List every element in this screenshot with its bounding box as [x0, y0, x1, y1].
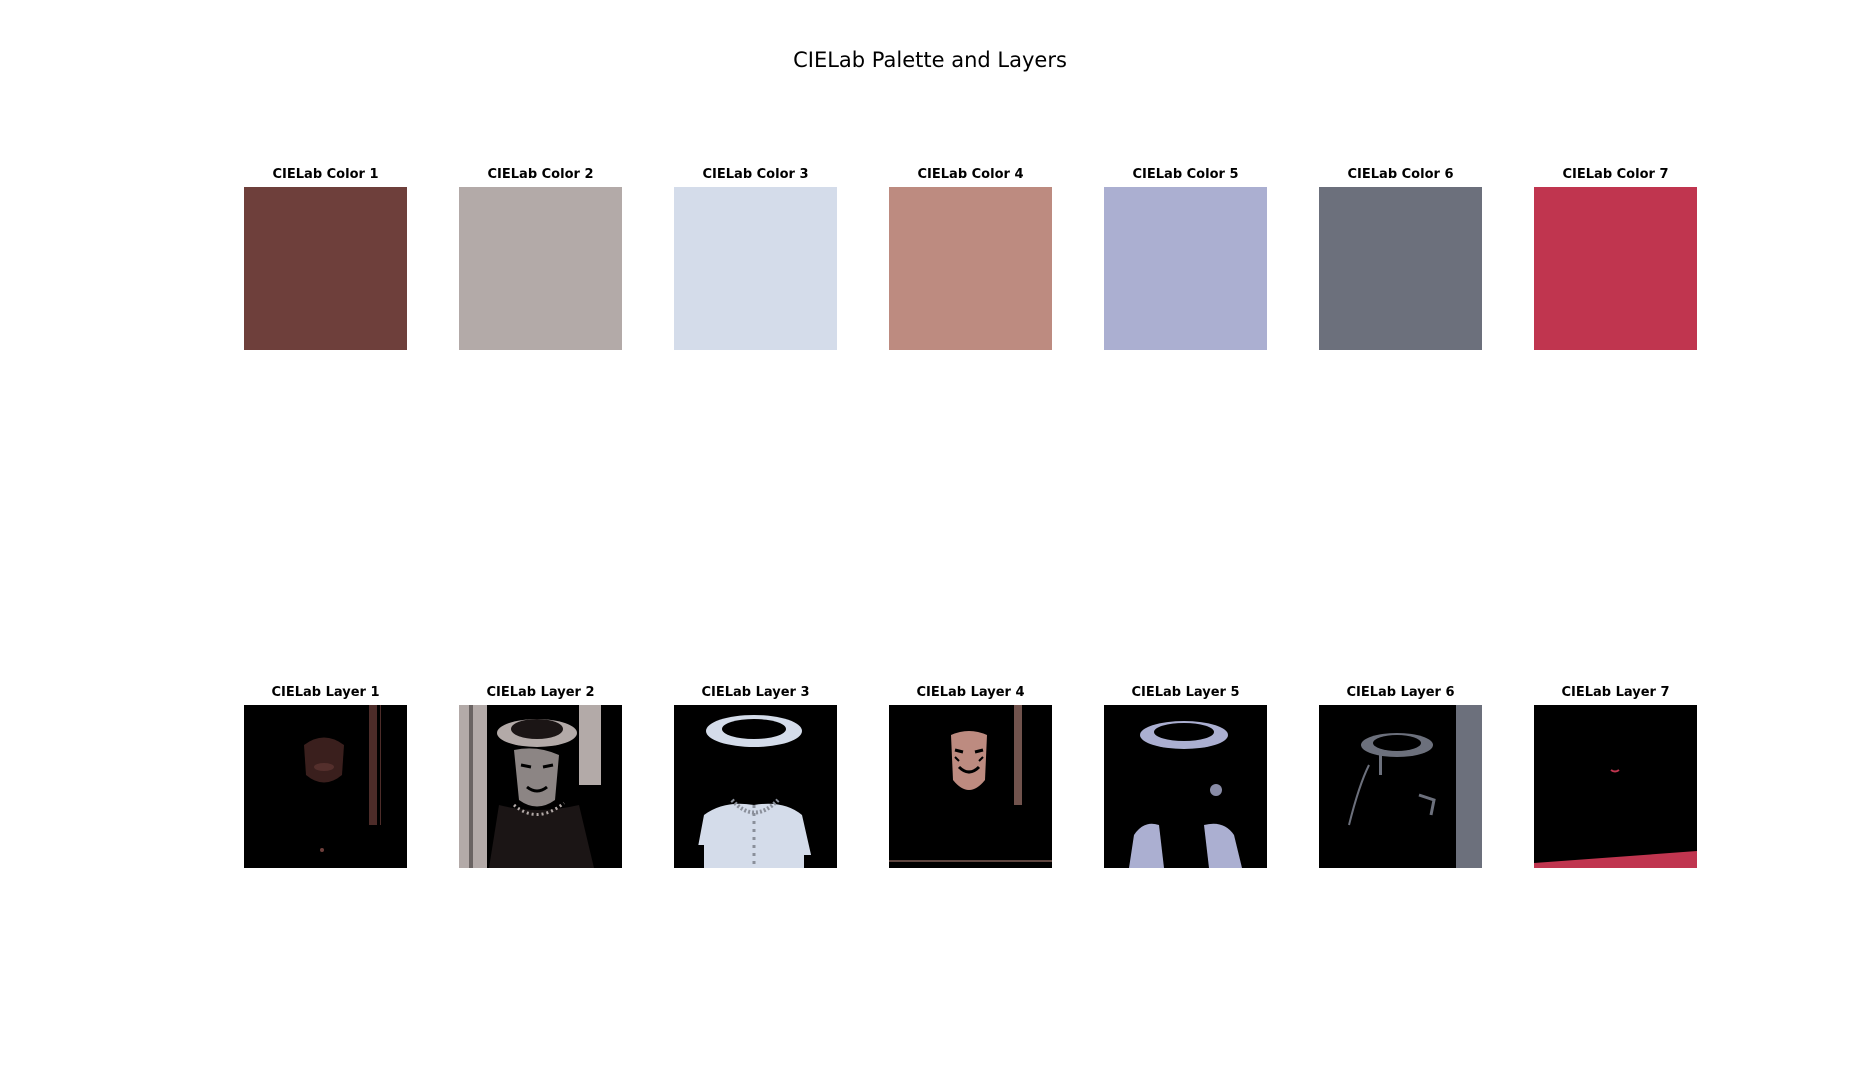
- layer-cell-1: CIELab Layer 1: [244, 685, 407, 868]
- palette-label: CIELab Color 6: [1347, 167, 1454, 182]
- palette-label: CIELab Color 5: [1132, 167, 1239, 182]
- color-swatch: [1104, 187, 1267, 350]
- color-swatch: [459, 187, 622, 350]
- palette-label: CIELab Color 7: [1562, 167, 1669, 182]
- color-swatch: [889, 187, 1052, 350]
- color-swatch: [244, 187, 407, 350]
- layer-image: [674, 705, 837, 868]
- layer-image: [1319, 705, 1482, 868]
- palette-label: CIELab Color 4: [917, 167, 1024, 182]
- palette-label: CIELab Color 2: [487, 167, 594, 182]
- palette-cell-2: CIELab Color 2: [459, 167, 622, 350]
- layer-label: CIELab Layer 6: [1346, 685, 1455, 700]
- palette-cell-7: CIELab Color 7: [1534, 167, 1697, 350]
- layer-image: [459, 705, 622, 868]
- layer-image: [889, 705, 1052, 868]
- layer-cell-3: CIELab Layer 3: [674, 685, 837, 868]
- color-swatch: [1534, 187, 1697, 350]
- layer-cell-2: CIELab Layer 2: [459, 685, 622, 868]
- palette-cell-1: CIELab Color 1: [244, 167, 407, 350]
- layer-cell-6: CIELab Layer 6: [1319, 685, 1482, 868]
- color-swatch: [674, 187, 837, 350]
- layer-image: [244, 705, 407, 868]
- layer-label: CIELab Layer 4: [916, 685, 1025, 700]
- layer-label: CIELab Layer 2: [486, 685, 595, 700]
- layer-label: CIELab Layer 3: [701, 685, 810, 700]
- palette-label: CIELab Color 1: [272, 167, 379, 182]
- layer-label: CIELab Layer 7: [1561, 685, 1670, 700]
- palette-cell-6: CIELab Color 6: [1319, 167, 1482, 350]
- layer-image: [1104, 705, 1267, 868]
- palette-cell-5: CIELab Color 5: [1104, 167, 1267, 350]
- layer-label: CIELab Layer 5: [1131, 685, 1240, 700]
- layer-cell-7: CIELab Layer 7: [1534, 685, 1697, 868]
- layer-label: CIELab Layer 1: [271, 685, 380, 700]
- layer-cell-5: CIELab Layer 5: [1104, 685, 1267, 868]
- palette-cell-3: CIELab Color 3: [674, 167, 837, 350]
- layer-image: [1534, 705, 1697, 868]
- layer-cell-4: CIELab Layer 4: [889, 685, 1052, 868]
- color-swatch: [1319, 187, 1482, 350]
- figure-title: CIELab Palette and Layers: [793, 48, 1067, 72]
- palette-label: CIELab Color 3: [702, 167, 809, 182]
- palette-cell-4: CIELab Color 4: [889, 167, 1052, 350]
